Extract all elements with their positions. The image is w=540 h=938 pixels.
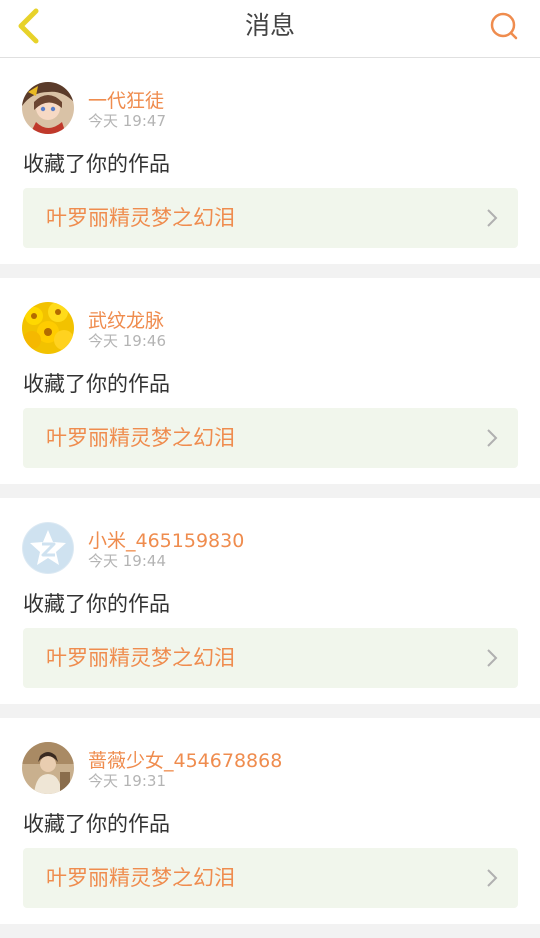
work-title: 叶罗丽精灵梦之幻泪 xyxy=(46,866,235,890)
work-link[interactable]: 叶罗丽精灵梦之幻泪 xyxy=(23,848,518,908)
top-bar: 消息 xyxy=(0,0,540,58)
work-link[interactable]: 叶罗丽精灵梦之幻泪 xyxy=(23,408,518,468)
message-list: 一代狂徒 今天 19:47 收藏了你的作品 叶罗丽精灵梦之幻泪 武纹龙脉 今天 … xyxy=(0,58,540,938)
page-title: 消息 xyxy=(244,11,295,40)
search-button[interactable] xyxy=(488,10,520,42)
anime-girl-avatar-icon xyxy=(22,82,74,134)
message-card: 武纹龙脉 今天 19:46 收藏了你的作品 叶罗丽精灵梦之幻泪 xyxy=(0,278,540,484)
timestamp: 今天 19:44 xyxy=(88,552,166,570)
timestamp: 今天 19:31 xyxy=(88,772,166,790)
avatar[interactable] xyxy=(22,742,74,794)
username-link[interactable]: 武纹龙脉 xyxy=(88,306,164,333)
message-card: 一代狂徒 今天 19:47 收藏了你的作品 叶罗丽精灵梦之幻泪 xyxy=(0,58,540,264)
photo-avatar-icon xyxy=(22,742,74,794)
message-card: 蔷薇少女_454678868 今天 19:31 收藏了你的作品 叶罗丽精灵梦之幻… xyxy=(0,718,540,924)
timestamp: 今天 19:47 xyxy=(88,112,166,130)
action-text: 收藏了你的作品 xyxy=(23,592,170,616)
work-title: 叶罗丽精灵梦之幻泪 xyxy=(46,426,235,450)
timestamp: 今天 19:46 xyxy=(88,332,166,350)
chevron-right-icon xyxy=(487,869,498,887)
search-icon xyxy=(490,12,518,40)
message-card: 小米_465159830 今天 19:44 收藏了你的作品 叶罗丽精灵梦之幻泪 xyxy=(0,498,540,704)
work-link[interactable]: 叶罗丽精灵梦之幻泪 xyxy=(23,628,518,688)
username-link[interactable]: 小米_465159830 xyxy=(88,526,244,553)
default-star-avatar-icon xyxy=(22,522,74,574)
username-link[interactable]: 蔷薇少女_454678868 xyxy=(88,746,282,773)
sunflower-avatar-icon xyxy=(22,302,74,354)
chevron-right-icon xyxy=(487,649,498,667)
work-title: 叶罗丽精灵梦之幻泪 xyxy=(46,206,235,230)
work-title: 叶罗丽精灵梦之幻泪 xyxy=(46,646,235,670)
avatar[interactable] xyxy=(22,82,74,134)
avatar[interactable] xyxy=(22,522,74,574)
avatar[interactable] xyxy=(22,302,74,354)
action-text: 收藏了你的作品 xyxy=(23,812,170,836)
action-text: 收藏了你的作品 xyxy=(23,152,170,176)
work-link[interactable]: 叶罗丽精灵梦之幻泪 xyxy=(23,188,518,248)
username-link[interactable]: 一代狂徒 xyxy=(88,86,164,113)
chevron-right-icon xyxy=(487,209,498,227)
chevron-right-icon xyxy=(487,429,498,447)
action-text: 收藏了你的作品 xyxy=(23,372,170,396)
